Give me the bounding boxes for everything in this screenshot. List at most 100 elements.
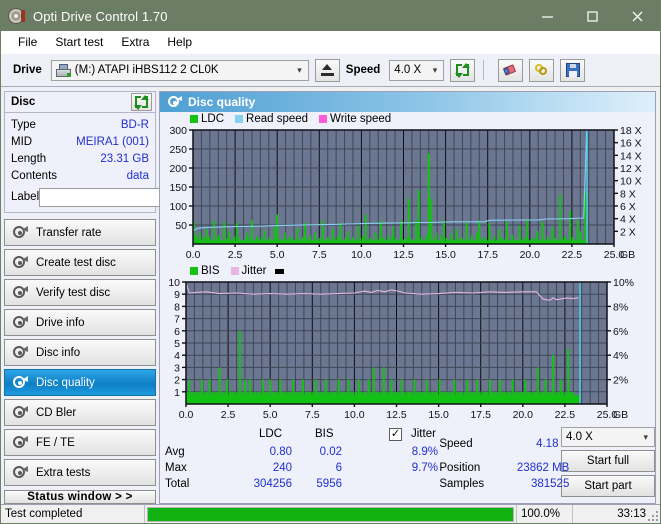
sidebar-item-label: Transfer rate: [36, 227, 101, 239]
disc-row-key: Length: [11, 153, 46, 165]
svg-text:250: 250: [169, 144, 187, 156]
legend-label: LDC: [201, 113, 224, 125]
menu-item-file[interactable]: File: [9, 33, 46, 51]
sidebar-item-label: Create test disc: [36, 257, 116, 269]
drive-select[interactable]: (M:) ATAPI iHBS112 2 CL0K ▾: [51, 60, 309, 81]
sidebar-item-fe-te[interactable]: FE / TE: [4, 429, 156, 456]
svg-text:12 X: 12 X: [620, 163, 642, 175]
disc-row-key: MID: [11, 136, 32, 148]
disc-label-key: Label: [11, 191, 39, 203]
sidebar-item-label: Disc info: [36, 347, 80, 359]
svg-text:7: 7: [174, 314, 180, 326]
refresh-icon: [455, 63, 470, 78]
svg-text:5: 5: [174, 338, 180, 350]
legend-swatch: [190, 115, 198, 123]
svg-text:100: 100: [169, 201, 187, 213]
status-bar: Test completed 100.0% 33:13: [1, 504, 660, 523]
charts-container: LDC Read speed Write speed 3002502001501…: [160, 112, 655, 424]
disc-row-value: BD-R: [121, 119, 149, 131]
stats-avg-bis: 0.02: [300, 446, 342, 458]
content-area: Disc Type BD-R MID MEIRA1 (001): [1, 87, 660, 504]
menu-item-help[interactable]: Help: [158, 33, 201, 51]
stats-max-bis: 6: [300, 462, 342, 474]
drive-icon: [56, 64, 71, 77]
sidebar-item-disc-info[interactable]: Disc info: [4, 339, 156, 366]
stats-max-jitter: 9.7%: [392, 462, 438, 474]
disc-test-icon: [12, 375, 27, 390]
sidebar-item-disc-quality[interactable]: Disc quality: [4, 369, 156, 396]
refresh-icon: [134, 95, 149, 110]
svg-text:GB: GB: [620, 249, 635, 261]
panel-header: Disc quality: [160, 92, 655, 112]
disc-row-length: Length 23.31 GB: [11, 150, 149, 167]
resize-grip[interactable]: [646, 509, 658, 521]
main-panel: Disc quality LDC Read speed: [159, 91, 656, 504]
save-button[interactable]: [560, 59, 585, 82]
sidebar-item-create-test-disc[interactable]: Create test disc: [4, 249, 156, 276]
samples-readout-value: 381525: [489, 478, 569, 490]
speed-readout-value: 4.18 X: [497, 438, 569, 450]
disc-info-rows: Type BD-R MID MEIRA1 (001) Length 23.31 …: [5, 113, 155, 212]
svg-text:22.5: 22.5: [562, 249, 583, 261]
position-readout-label: Position: [439, 462, 480, 474]
legend-label: Write speed: [330, 113, 391, 125]
speed-label: Speed: [346, 64, 381, 76]
menu-item-extra[interactable]: Extra: [112, 33, 158, 51]
svg-text:150: 150: [169, 182, 187, 194]
disc-row-contents: Contents data: [11, 167, 149, 184]
top-chart-plot[interactable]: 3002502001501005018 X16 X14 X12 X10 X8 X…: [160, 112, 656, 264]
bottom-chart-plot[interactable]: 1098765432110%8%6%4%2%0.02.55.07.510.012…: [160, 264, 656, 424]
disc-panel-title: Disc: [11, 96, 35, 108]
start-full-button[interactable]: Start full: [561, 450, 655, 472]
svg-text:300: 300: [169, 125, 187, 137]
sidebar-item-verify-test-disc[interactable]: Verify test disc: [4, 279, 156, 306]
progress-cell: [145, 505, 516, 523]
svg-text:17.5: 17.5: [477, 249, 498, 261]
disc-test-icon: [12, 405, 27, 420]
speed-select[interactable]: 4.0 X ▾: [389, 60, 444, 81]
disc-row-value: data: [127, 170, 149, 182]
erase-button[interactable]: [498, 59, 523, 82]
refresh-button[interactable]: [450, 59, 475, 82]
legend-label: BIS: [201, 265, 220, 277]
disc-quality-icon: [167, 95, 181, 109]
menu-bar: File Start test Extra Help: [1, 31, 660, 54]
window-title: Opti Drive Control 1.70: [33, 9, 168, 24]
status-window-button[interactable]: Status window > >: [4, 490, 156, 504]
toolbar: Drive (M:) ATAPI iHBS112 2 CL0K ▾ Speed …: [1, 54, 660, 87]
svg-text:2: 2: [174, 375, 180, 387]
minimize-button[interactable]: [525, 1, 570, 31]
chevron-down-icon: ▾: [643, 432, 648, 443]
toolbar-separator: [483, 60, 484, 80]
svg-text:10.0: 10.0: [344, 409, 365, 421]
eject-button[interactable]: [315, 59, 340, 82]
sidebar-item-transfer-rate[interactable]: Transfer rate: [4, 219, 156, 246]
disc-refresh-button[interactable]: [131, 93, 152, 111]
disc-test-icon: [12, 225, 27, 240]
floppy-save-icon: [566, 63, 580, 77]
top-chart-legend: LDC Read speed Write speed: [190, 113, 398, 125]
svg-text:20.0: 20.0: [513, 409, 534, 421]
legend-item-write-speed: Write speed: [319, 113, 391, 125]
close-button[interactable]: [615, 1, 660, 31]
disc-test-icon: [12, 465, 27, 480]
stats-avg-ldc: 0.80: [238, 446, 292, 458]
sidebar-item-cd-bler[interactable]: CD Bler: [4, 399, 156, 426]
start-part-button[interactable]: Start part: [561, 475, 655, 497]
sidebar-item-drive-info[interactable]: Drive info: [4, 309, 156, 336]
sidebar-item-extra-tests[interactable]: Extra tests: [4, 459, 156, 486]
samples-readout-label: Samples: [439, 478, 484, 490]
bottom-chart-legend: BIS Jitter: [190, 265, 284, 277]
svg-text:12.5: 12.5: [393, 249, 414, 261]
maximize-button[interactable]: [570, 1, 615, 31]
sidebar-item-label: Verify test disc: [36, 287, 110, 299]
svg-text:0.0: 0.0: [179, 409, 194, 421]
menu-item-start-test[interactable]: Start test: [46, 33, 112, 51]
svg-text:2.5: 2.5: [221, 409, 236, 421]
eject-icon: [321, 64, 334, 76]
svg-text:14 X: 14 X: [620, 150, 642, 162]
test-speed-select[interactable]: 4.0 X ▾: [561, 427, 655, 447]
position-readout-value: 23862 MB: [489, 462, 569, 474]
link-button[interactable]: [529, 59, 554, 82]
jitter-checkbox[interactable]: ✓: [389, 428, 402, 441]
